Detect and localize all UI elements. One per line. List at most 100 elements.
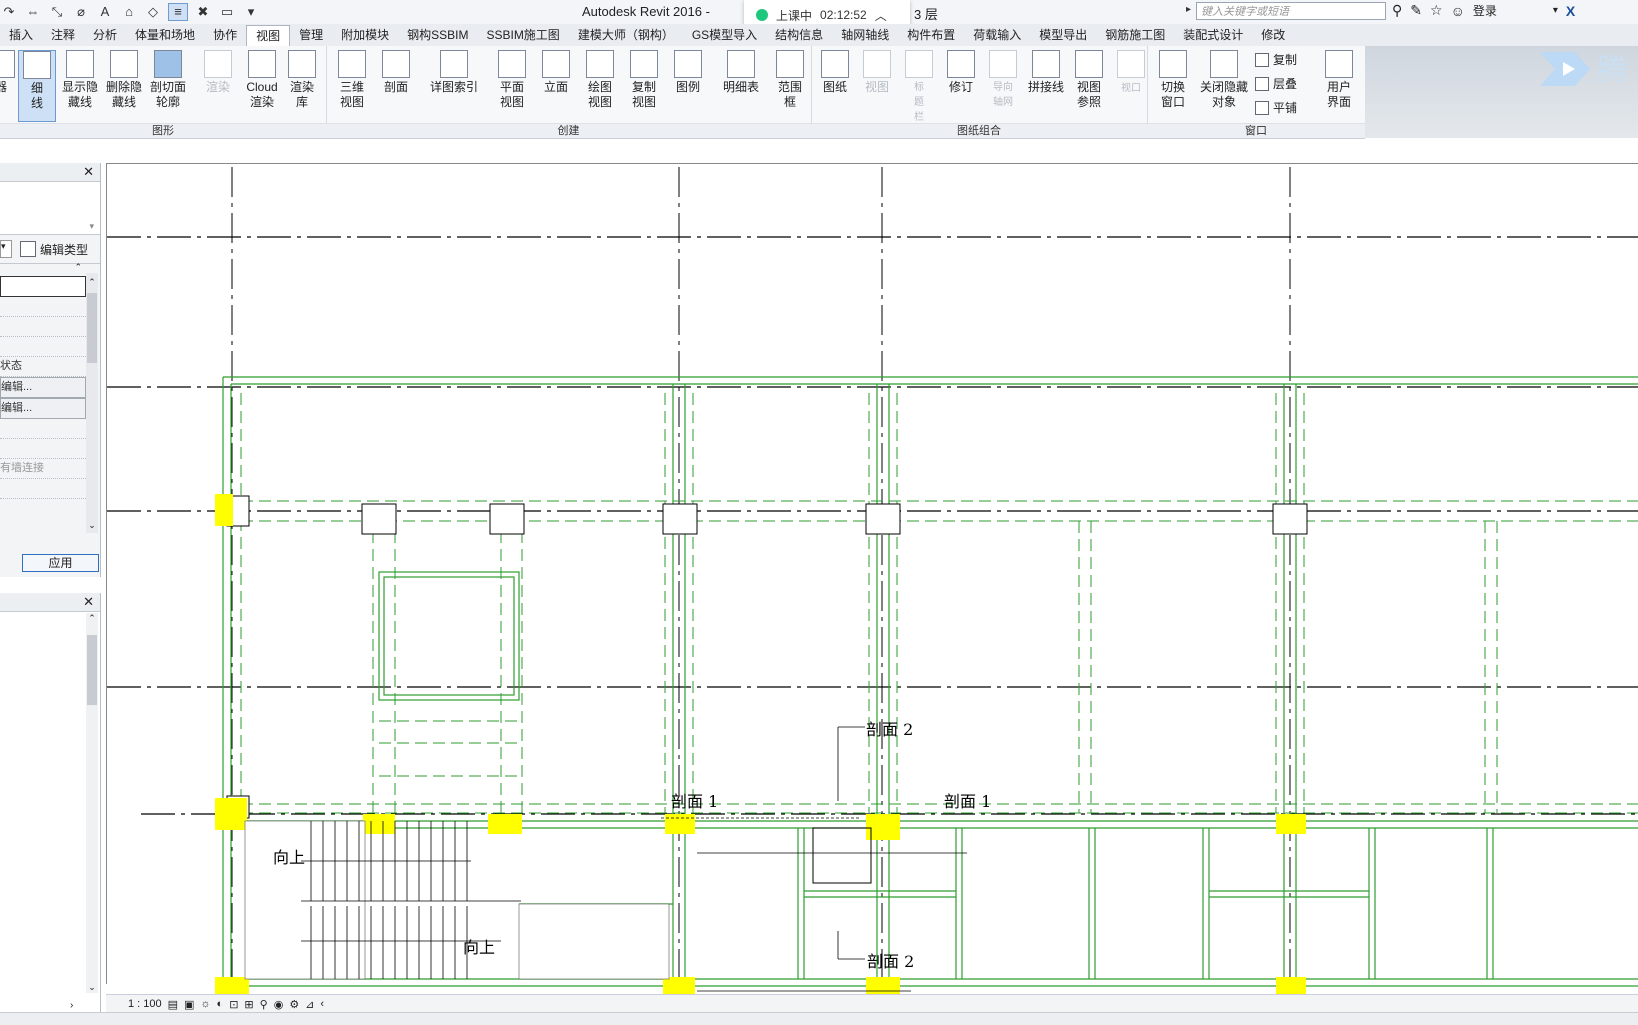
ribbon-button-switch-windows[interactable]: 切换窗口	[1153, 50, 1193, 110]
temporary-hide-icon[interactable]: ⚲	[260, 998, 268, 1011]
tab-8[interactable]: 钢构SSBIM	[398, 24, 477, 46]
tab-11[interactable]: GS模型导入	[683, 24, 766, 46]
tab-6[interactable]: 管理	[290, 24, 332, 46]
thin-lines-icon[interactable]: ≡	[168, 3, 188, 21]
edit-type-button[interactable]: 编辑类型	[40, 241, 88, 258]
scroll-up-icon[interactable]: ⌃	[86, 277, 98, 288]
dropdown-arrow-icon[interactable]: ▾	[89, 221, 94, 232]
apply-button[interactable]: 应用	[22, 554, 99, 572]
tab-17[interactable]: 钢筋施工图	[1096, 24, 1174, 46]
scroll-right-icon[interactable]: ›	[70, 1000, 73, 1011]
floor-plan-drawing[interactable]: 剖面 2 剖面 1 剖面 1 向上 向上 剖面 2	[107, 164, 1638, 997]
scroll-down-icon[interactable]: ⌄	[86, 982, 98, 993]
ribbon-button-section[interactable]: 剖面	[376, 50, 416, 95]
view-scale[interactable]: 1 : 100	[128, 998, 162, 1010]
switch-windows-icon[interactable]: ▭	[218, 4, 236, 20]
ribbon-button-view[interactable]: 视图	[857, 50, 897, 95]
ribbon-button-remove-hidden-lines[interactable]: 删除隐藏线	[102, 50, 146, 110]
ribbon-button-matchline[interactable]: 拼接线	[1025, 50, 1067, 95]
collapse-icon[interactable]: ⌃	[74, 262, 82, 273]
ribbon-button-callout[interactable]: 详图索引	[424, 50, 484, 95]
search-expand-icon[interactable]: ▸	[1186, 4, 1191, 15]
ribbon-button-schedules[interactable]: 明细表	[716, 50, 766, 95]
analytical-model-icon[interactable]: ⚙	[289, 998, 299, 1011]
tab-2[interactable]: 分析	[84, 24, 126, 46]
ribbon-button-plan-views[interactable]: 平面视图	[492, 50, 532, 110]
tab-3[interactable]: 体量和场地	[126, 24, 204, 46]
sun-path-icon[interactable]: ☼	[200, 998, 210, 1010]
window-tile-button[interactable]: 平铺	[1255, 100, 1297, 116]
scroll-thumb[interactable]	[87, 293, 97, 363]
close-icon[interactable]: ✕	[83, 594, 94, 610]
ribbon-button-duplicate-view[interactable]: 复制视图	[624, 50, 664, 110]
tab-14[interactable]: 构件布置	[898, 24, 964, 46]
ribbon-button-title-block[interactable]: 标题栏	[899, 50, 939, 125]
constraints-icon[interactable]: ⊿	[305, 998, 314, 1011]
show-crop-icon[interactable]: ⊞	[244, 998, 253, 1011]
ribbon-button-3d-view[interactable]: 三维视图	[332, 50, 372, 110]
chevron-up-icon[interactable]: ︿	[875, 7, 887, 24]
ribbon-button-guide-grid[interactable]: 导向轴网	[983, 50, 1023, 110]
ribbon-button-elevation[interactable]: 立面	[536, 50, 576, 95]
ribbon-button-drafting-view[interactable]: 绘图视图	[580, 50, 620, 110]
tab-13[interactable]: 轴网轴线	[832, 24, 898, 46]
section-icon[interactable]: ◇	[144, 4, 162, 20]
ribbon-button-revisions[interactable]: 修订	[941, 50, 981, 95]
section-label-2-bottom[interactable]: 剖面 2	[867, 952, 914, 971]
dimension-icon[interactable]: ⤡	[48, 4, 66, 20]
edit-button-2[interactable]: 编辑...	[0, 398, 86, 419]
section-label-1-left[interactable]: 剖面 1	[671, 792, 718, 811]
exchange-icon[interactable]: X	[1566, 3, 1575, 19]
ribbon-button-view-reference[interactable]: 视图参照	[1069, 50, 1109, 110]
scroll-thumb[interactable]	[87, 635, 97, 705]
tab-18[interactable]: 装配式设计	[1174, 24, 1252, 46]
measure-icon[interactable]: ⇔	[24, 4, 42, 20]
ribbon-button-cloud-render[interactable]: Cloud渲染	[242, 50, 282, 110]
property-field[interactable]	[0, 276, 86, 297]
ribbon-button-show-hidden-lines[interactable]: 显示隐藏线	[58, 50, 102, 110]
window-cascade-button[interactable]: 层叠	[1255, 76, 1297, 92]
ribbon-button-user-interface[interactable]: 用户界面	[1319, 50, 1359, 110]
close-hidden-icon[interactable]: ✖	[194, 4, 212, 20]
window-duplicate-button[interactable]: 复制	[1255, 52, 1297, 68]
favorites-icon[interactable]: ☆	[1430, 2, 1443, 19]
drawing-canvas[interactable]: 剖面 2 剖面 1 剖面 1 向上 向上 剖面 2	[106, 163, 1638, 997]
tag-icon[interactable]: ⌀	[72, 4, 90, 20]
subscription-icon[interactable]: ✎	[1410, 2, 1422, 19]
shadows-icon[interactable]: ◐	[217, 998, 224, 1010]
redo-icon[interactable]: ↷	[0, 4, 18, 20]
user-icon[interactable]: ☺	[1451, 3, 1465, 19]
customize-dropdown-icon[interactable]: ▾	[242, 4, 260, 20]
ribbon-button-scope-box[interactable]: 范围框	[770, 50, 810, 110]
ribbon-button-render-gallery[interactable]: 渲染库	[284, 50, 320, 110]
browser-scrollbar[interactable]: ⌃ ⌄	[86, 613, 98, 993]
detail-level-icon[interactable]: ▤	[168, 998, 178, 1011]
tab-0[interactable]: 插入	[0, 24, 42, 46]
tab-4[interactable]: 协作	[204, 24, 246, 46]
tab-19[interactable]: 修改	[1252, 24, 1294, 46]
ribbon-button-filters[interactable]: 器	[0, 50, 16, 95]
tab-15[interactable]: 荷载输入	[964, 24, 1030, 46]
reveal-hidden-icon[interactable]: ◉	[274, 998, 284, 1011]
section-label-2-top[interactable]: 剖面 2	[866, 720, 913, 739]
ribbon-button-thin-lines[interactable]: 细线	[18, 50, 56, 122]
visual-style-icon[interactable]: ▣	[184, 998, 194, 1011]
type-selector[interactable]: ▾	[0, 182, 100, 235]
search-input[interactable]: 键入关键字或短语	[1196, 2, 1386, 20]
3d-view-icon[interactable]: ⌂	[120, 4, 138, 20]
login-button[interactable]: 登录	[1473, 2, 1497, 19]
tab-7[interactable]: 附加模块	[332, 24, 398, 46]
ribbon-button-cut-profile[interactable]: 剖切面轮廓	[146, 50, 190, 110]
properties-scrollbar[interactable]: ⌃ ⌄	[86, 273, 98, 533]
tab-10[interactable]: 建模大师（钢构）	[569, 24, 683, 46]
scroll-down-icon[interactable]: ⌄	[86, 520, 98, 531]
login-dropdown-icon[interactable]: ▾	[1553, 5, 1558, 16]
close-icon[interactable]: ✕	[83, 164, 94, 180]
ribbon-button-sheet[interactable]: 图纸	[815, 50, 855, 95]
ribbon-button-close-hidden[interactable]: 关闭隐藏对象	[1199, 50, 1249, 110]
filter-dropdown[interactable]: ▾	[0, 240, 12, 258]
crop-view-icon[interactable]: ⊡	[229, 998, 238, 1011]
ribbon-button-legends[interactable]: 图例	[668, 50, 708, 95]
section-label-1-right[interactable]: 剖面 1	[944, 792, 991, 811]
tab-16[interactable]: 模型导出	[1030, 24, 1096, 46]
